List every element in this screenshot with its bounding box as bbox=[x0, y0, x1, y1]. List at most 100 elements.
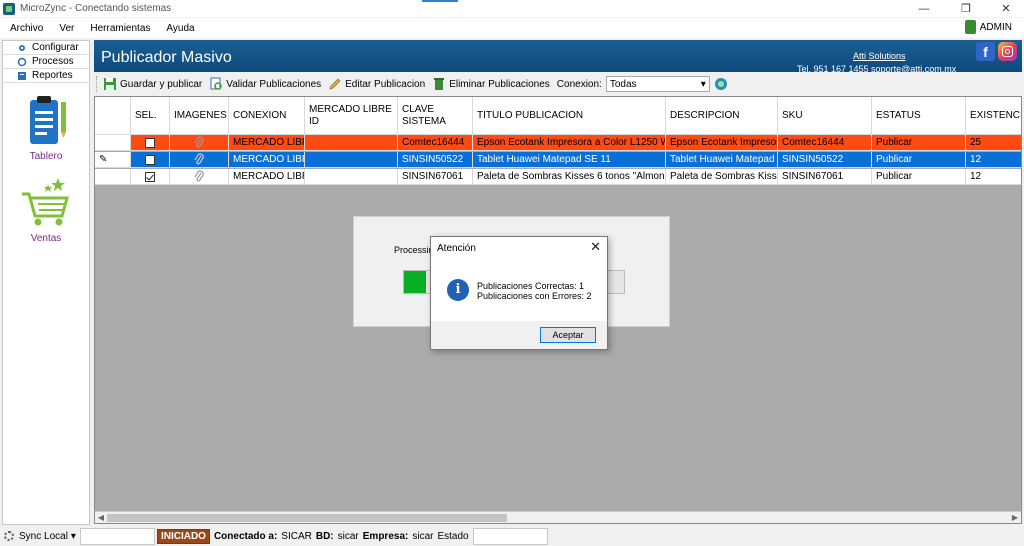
row-indicator[interactable] bbox=[95, 169, 131, 185]
images-cell[interactable] bbox=[170, 135, 229, 151]
select-checkbox[interactable] bbox=[145, 137, 155, 148]
horizontal-scrollbar[interactable]: ◀ ▶ bbox=[95, 511, 1021, 523]
select-checkbox[interactable] bbox=[145, 171, 155, 182]
gear-icon bbox=[19, 44, 25, 51]
sidebar-tab-label: Reportes bbox=[32, 70, 73, 81]
save-icon bbox=[104, 78, 116, 90]
facebook-icon[interactable]: f bbox=[976, 42, 995, 61]
app-icon bbox=[3, 2, 15, 15]
row-header-corner bbox=[95, 97, 131, 135]
chevron-down-icon[interactable]: ▾ bbox=[71, 531, 76, 542]
sidebar-tab-label: Procesos bbox=[32, 56, 74, 67]
cell-ml-id bbox=[305, 169, 398, 185]
progress-fill bbox=[404, 271, 426, 293]
column-header-descripcion[interactable]: DESCRIPCION bbox=[666, 97, 778, 135]
dialog-message: Publicaciones Correctas: 1 Publicaciones… bbox=[477, 281, 592, 301]
cell-descripcion: Tablet Huawei Matepad SE 11 bbox=[666, 152, 778, 168]
select-cell[interactable] bbox=[131, 152, 170, 168]
column-header-ml-id[interactable]: MERCADO LIBRE ID bbox=[305, 97, 398, 135]
column-header-sel[interactable]: SEL. bbox=[131, 97, 170, 135]
column-header-imagenes[interactable]: IMAGENES bbox=[170, 97, 229, 135]
scroll-thumb[interactable] bbox=[107, 514, 507, 522]
select-cell[interactable] bbox=[131, 135, 170, 151]
paperclip-icon bbox=[194, 136, 204, 148]
pencil-icon bbox=[329, 78, 341, 90]
restore-button[interactable]: ❐ bbox=[946, 0, 986, 17]
column-header-clave[interactable]: CLAVE SISTEMA bbox=[398, 97, 473, 135]
bd-label: BD: bbox=[315, 530, 334, 542]
close-button[interactable]: ✕ bbox=[986, 0, 1024, 17]
scroll-right-icon[interactable]: ▶ bbox=[1009, 512, 1021, 523]
grid-header: SEL. IMAGENES CONEXION MERCADO LIBRE ID … bbox=[95, 97, 1021, 135]
table-row[interactable]: MERCADO LIBRE Comtec16444 Epson Ecotank … bbox=[95, 135, 1021, 151]
select-checkbox[interactable] bbox=[145, 154, 155, 165]
row-indicator[interactable] bbox=[95, 135, 131, 151]
connection-value: Todas bbox=[609, 78, 637, 90]
menu-archivo[interactable]: Archivo bbox=[10, 23, 43, 34]
save-publish-label: Guardar y publicar bbox=[120, 78, 203, 90]
status-badge: INICIADO bbox=[156, 528, 210, 544]
accept-button[interactable]: Aceptar bbox=[540, 327, 596, 343]
cell-clave: SINSIN50522 bbox=[398, 152, 473, 168]
images-cell[interactable] bbox=[170, 169, 229, 185]
delete-button[interactable]: Eliminar Publicaciones bbox=[432, 77, 550, 91]
sidebar-tab-reportes[interactable]: Reportes bbox=[3, 69, 89, 83]
edit-button[interactable]: Editar Publicacion bbox=[328, 77, 425, 91]
row-indicator[interactable]: ✎ bbox=[95, 152, 131, 168]
user-menu[interactable]: ADMIN bbox=[964, 20, 1012, 34]
sidebar-item-label: Tablero bbox=[29, 151, 63, 162]
cell-sku: SINSIN67061 bbox=[778, 169, 872, 185]
sidebar-tab-configurar[interactable]: Configurar bbox=[3, 41, 89, 55]
column-header-sku[interactable]: SKU bbox=[778, 97, 872, 135]
sync-spinner-icon bbox=[4, 531, 14, 541]
column-header-titulo[interactable]: TITULO PUBLICACION bbox=[473, 97, 666, 135]
validate-document-icon bbox=[210, 77, 223, 90]
refresh-icon[interactable] bbox=[714, 77, 728, 91]
sidebar-item-tablero[interactable]: Tablero bbox=[3, 94, 89, 162]
scroll-left-icon[interactable]: ◀ bbox=[95, 512, 107, 523]
connected-value: SICAR bbox=[281, 530, 312, 542]
estado-label: Estado bbox=[437, 530, 469, 542]
title-accent bbox=[422, 0, 458, 2]
page-title: Publicador Masivo bbox=[101, 49, 232, 66]
column-header-existencia[interactable]: EXISTENCIA bbox=[966, 97, 1021, 135]
validate-button[interactable]: Validar Publicaciones bbox=[209, 77, 321, 91]
cell-ml-id bbox=[305, 152, 398, 168]
minimize-button[interactable]: — bbox=[904, 0, 944, 17]
sync-dropdown[interactable]: Sync Local bbox=[19, 531, 68, 542]
info-icon: i bbox=[447, 279, 469, 301]
cell-titulo: Paleta de Sombras Kisses 6 tonos "Almond… bbox=[473, 169, 666, 185]
user-badge-icon bbox=[964, 20, 976, 34]
cell-conexion: MERCADO LIBRE bbox=[229, 169, 305, 185]
empresa-value: sicar bbox=[412, 530, 434, 542]
cell-clave: Comtec16444 bbox=[398, 135, 473, 151]
dialog-close-icon[interactable]: ✕ bbox=[590, 239, 601, 255]
column-header-estatus[interactable]: ESTATUS bbox=[872, 97, 966, 135]
table-row[interactable]: ✎ MERCADO LIBRE SINSIN50522 Tablet Huawe… bbox=[95, 152, 1021, 168]
cell-estatus: Publicar bbox=[872, 135, 966, 151]
window-title: MicroZync - Conectando sistemas bbox=[20, 3, 172, 14]
cell-existencia: 25 bbox=[966, 135, 1021, 151]
images-cell[interactable] bbox=[170, 152, 229, 168]
sidebar-tab-procesos[interactable]: Procesos bbox=[3, 55, 89, 69]
column-header-conexion[interactable]: CONEXION bbox=[229, 97, 305, 135]
sidebar-item-ventas[interactable]: Ventas bbox=[3, 174, 89, 244]
company-link[interactable]: Atti Solutions bbox=[853, 51, 906, 61]
connection-select[interactable]: Todas ▾ bbox=[605, 76, 710, 92]
process-icon bbox=[17, 57, 27, 66]
cell-titulo: Epson Ecotank Impresora a Color L1250 Wi… bbox=[473, 135, 666, 151]
menu-herramientas[interactable]: Herramientas bbox=[90, 23, 150, 34]
validate-label: Validar Publicaciones bbox=[226, 78, 322, 90]
select-cell[interactable] bbox=[131, 169, 170, 185]
dialog-footer: Aceptar bbox=[431, 321, 607, 349]
save-publish-button[interactable]: Guardar y publicar bbox=[103, 77, 202, 91]
instagram-icon[interactable] bbox=[998, 42, 1017, 61]
table-row[interactable]: MERCADO LIBRE SINSIN67061 Paleta de Somb… bbox=[95, 169, 1021, 185]
toolbar: Guardar y publicar Validar Publicaciones… bbox=[94, 73, 1022, 95]
empresa-label: Empresa: bbox=[362, 530, 409, 542]
trash-icon bbox=[434, 78, 445, 90]
menu-ayuda[interactable]: Ayuda bbox=[166, 23, 194, 34]
cell-conexion: MERCADO LIBRE bbox=[229, 135, 305, 151]
menu-ver[interactable]: Ver bbox=[59, 23, 74, 34]
dialog-body: i Publicaciones Correctas: 1 Publicacion… bbox=[431, 261, 607, 321]
